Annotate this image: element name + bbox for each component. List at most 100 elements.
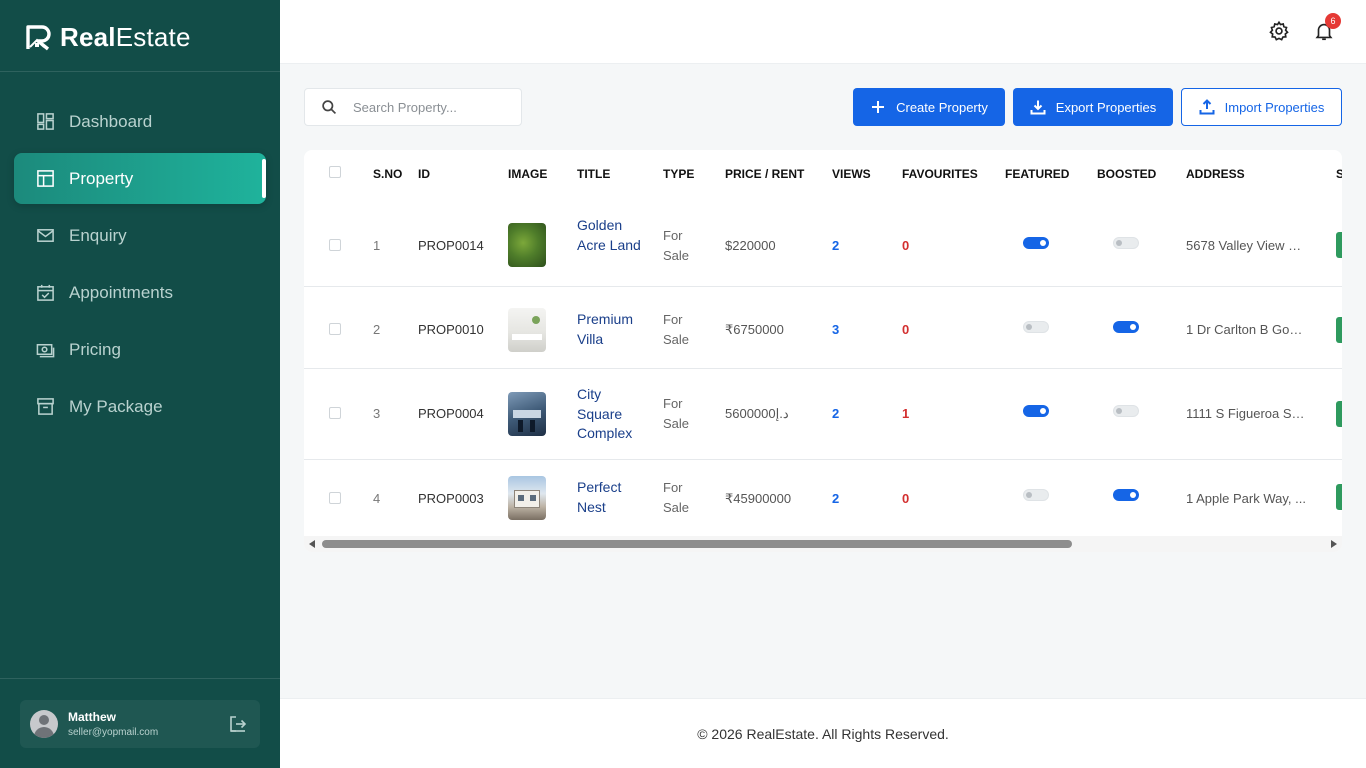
export-properties-button[interactable]: Export Properties: [1013, 88, 1173, 126]
scrollbar-thumb[interactable]: [322, 540, 1072, 548]
sidebar-item-label: Pricing: [69, 339, 121, 359]
export-properties-label: Export Properties: [1055, 99, 1157, 115]
table-header: S.NO ID IMAGE TITLE TYPE PRICE / RENT VI…: [304, 150, 1342, 200]
featured-toggle[interactable]: [1023, 489, 1049, 501]
download-icon: [1030, 100, 1046, 115]
user-info: Matthew seller@yopmail.com: [68, 710, 158, 738]
select-all-checkbox[interactable]: [329, 166, 341, 178]
row-address: 1 Apple Park Way, ...: [1186, 491, 1306, 506]
sidebar-item-appointments[interactable]: Appointments: [14, 267, 266, 318]
status-badge[interactable]: [1336, 232, 1342, 258]
property-image[interactable]: [508, 392, 546, 436]
row-address: 5678 Valley View R...: [1186, 238, 1306, 253]
footer: © 2026 RealEstate. All Rights Reserved.: [280, 698, 1366, 768]
avatar: [30, 710, 58, 738]
sidebar-item-enquiry[interactable]: Enquiry: [14, 210, 266, 261]
sidebar-nav: Dashboard Property Enquiry Appointments …: [14, 96, 266, 438]
row-views: 2: [832, 491, 840, 506]
row-favourites: 0: [902, 322, 910, 337]
money-icon: [35, 340, 55, 360]
row-views: 3: [832, 322, 840, 337]
property-image[interactable]: [508, 308, 546, 352]
row-checkbox[interactable]: [329, 323, 341, 335]
row-title[interactable]: Premium Villa: [577, 310, 647, 349]
status-badge[interactable]: [1336, 317, 1342, 343]
sidebar-item-dashboard[interactable]: Dashboard: [14, 96, 266, 147]
boosted-toggle[interactable]: [1113, 237, 1139, 249]
sidebar-divider: [0, 71, 280, 72]
create-property-button[interactable]: Create Property: [853, 88, 1005, 126]
property-image[interactable]: [508, 223, 546, 267]
house-logo-icon: [26, 25, 51, 51]
row-checkbox[interactable]: [329, 239, 341, 251]
row-favourites: 1: [902, 406, 910, 421]
row-views: 2: [832, 406, 840, 421]
row-title[interactable]: Golden Acre Land: [577, 216, 647, 255]
col-status: S: [1336, 167, 1342, 181]
gear-icon[interactable]: [1268, 20, 1292, 44]
row-type: For Sale: [663, 228, 690, 263]
sidebar-item-pricing[interactable]: Pricing: [14, 324, 266, 375]
table-row[interactable]: 4 PROP0003 Perfect Nest For Sale ₹459000…: [304, 460, 1342, 536]
create-property-label: Create Property: [896, 99, 988, 115]
sidebar-item-label: Dashboard: [69, 111, 153, 131]
col-featured: FEATURED: [1005, 167, 1070, 181]
col-address: ADDRESS: [1186, 167, 1245, 181]
row-price: ₹6750000: [725, 322, 784, 337]
logo[interactable]: RealEstate: [24, 20, 191, 54]
row-views: 2: [832, 238, 840, 253]
col-boosted: BOOSTED: [1097, 167, 1157, 181]
copyright-text: © 2026 RealEstate. All Rights Reserved.: [697, 725, 949, 742]
scroll-left-icon[interactable]: [309, 540, 315, 548]
row-price: $220000: [725, 238, 776, 253]
table-row[interactable]: 1 PROP0014 Golden Acre Land For Sale $22…: [304, 203, 1342, 287]
boosted-toggle[interactable]: [1113, 489, 1139, 501]
row-id: PROP0010: [418, 322, 484, 337]
row-sno: 1: [373, 238, 381, 253]
search-icon: [322, 99, 337, 114]
calendar-check-icon: [35, 283, 55, 303]
property-image[interactable]: [508, 476, 546, 520]
col-id: ID: [418, 167, 430, 181]
property-table: S.NO ID IMAGE TITLE TYPE PRICE / RENT VI…: [304, 150, 1342, 552]
status-badge[interactable]: [1336, 484, 1342, 510]
row-price: ₹45900000: [725, 491, 792, 506]
row-address: 1111 S Figueroa St, ...: [1186, 406, 1306, 421]
col-type: TYPE: [663, 167, 695, 181]
table-row[interactable]: 3 PROP0004 City Square Complex For Sale …: [304, 369, 1342, 460]
row-title[interactable]: Perfect Nest: [577, 478, 647, 517]
row-title[interactable]: City Square Complex: [577, 385, 647, 444]
table-row[interactable]: 2 PROP0010 Premium Villa For Sale ₹67500…: [304, 292, 1342, 369]
boosted-toggle[interactable]: [1113, 321, 1139, 333]
user-card[interactable]: Matthew seller@yopmail.com: [20, 700, 260, 748]
sidebar-item-property[interactable]: Property: [14, 153, 266, 204]
import-properties-button[interactable]: Import Properties: [1181, 88, 1342, 126]
col-price: PRICE / RENT: [725, 167, 805, 181]
scroll-right-icon[interactable]: [1331, 540, 1337, 548]
horizontal-scrollbar[interactable]: [304, 536, 1342, 552]
search-input[interactable]: [353, 99, 513, 115]
row-sno: 2: [373, 322, 381, 337]
row-id: PROP0014: [418, 238, 484, 253]
row-price: د.إ5600000: [725, 406, 789, 421]
featured-toggle[interactable]: [1023, 321, 1049, 333]
plus-icon: [872, 101, 885, 113]
import-properties-label: Import Properties: [1224, 99, 1325, 115]
property-icon: [35, 169, 55, 189]
sidebar-item-my-package[interactable]: My Package: [14, 381, 266, 432]
search-box[interactable]: [304, 88, 522, 126]
row-checkbox[interactable]: [329, 492, 341, 504]
logout-icon[interactable]: [228, 714, 248, 734]
user-email: seller@yopmail.com: [68, 727, 159, 738]
topbar: 6: [280, 0, 1366, 64]
featured-toggle[interactable]: [1023, 405, 1049, 417]
col-favourites: FAVOURITES: [902, 167, 978, 181]
featured-toggle[interactable]: [1023, 237, 1049, 249]
row-type: For Sale: [663, 396, 690, 431]
status-badge[interactable]: [1336, 401, 1342, 427]
row-checkbox[interactable]: [329, 407, 341, 419]
brand-name: RealEstate: [60, 21, 191, 52]
sidebar-item-label: My Package: [69, 396, 163, 416]
boosted-toggle[interactable]: [1113, 405, 1139, 417]
package-icon: [35, 397, 55, 417]
